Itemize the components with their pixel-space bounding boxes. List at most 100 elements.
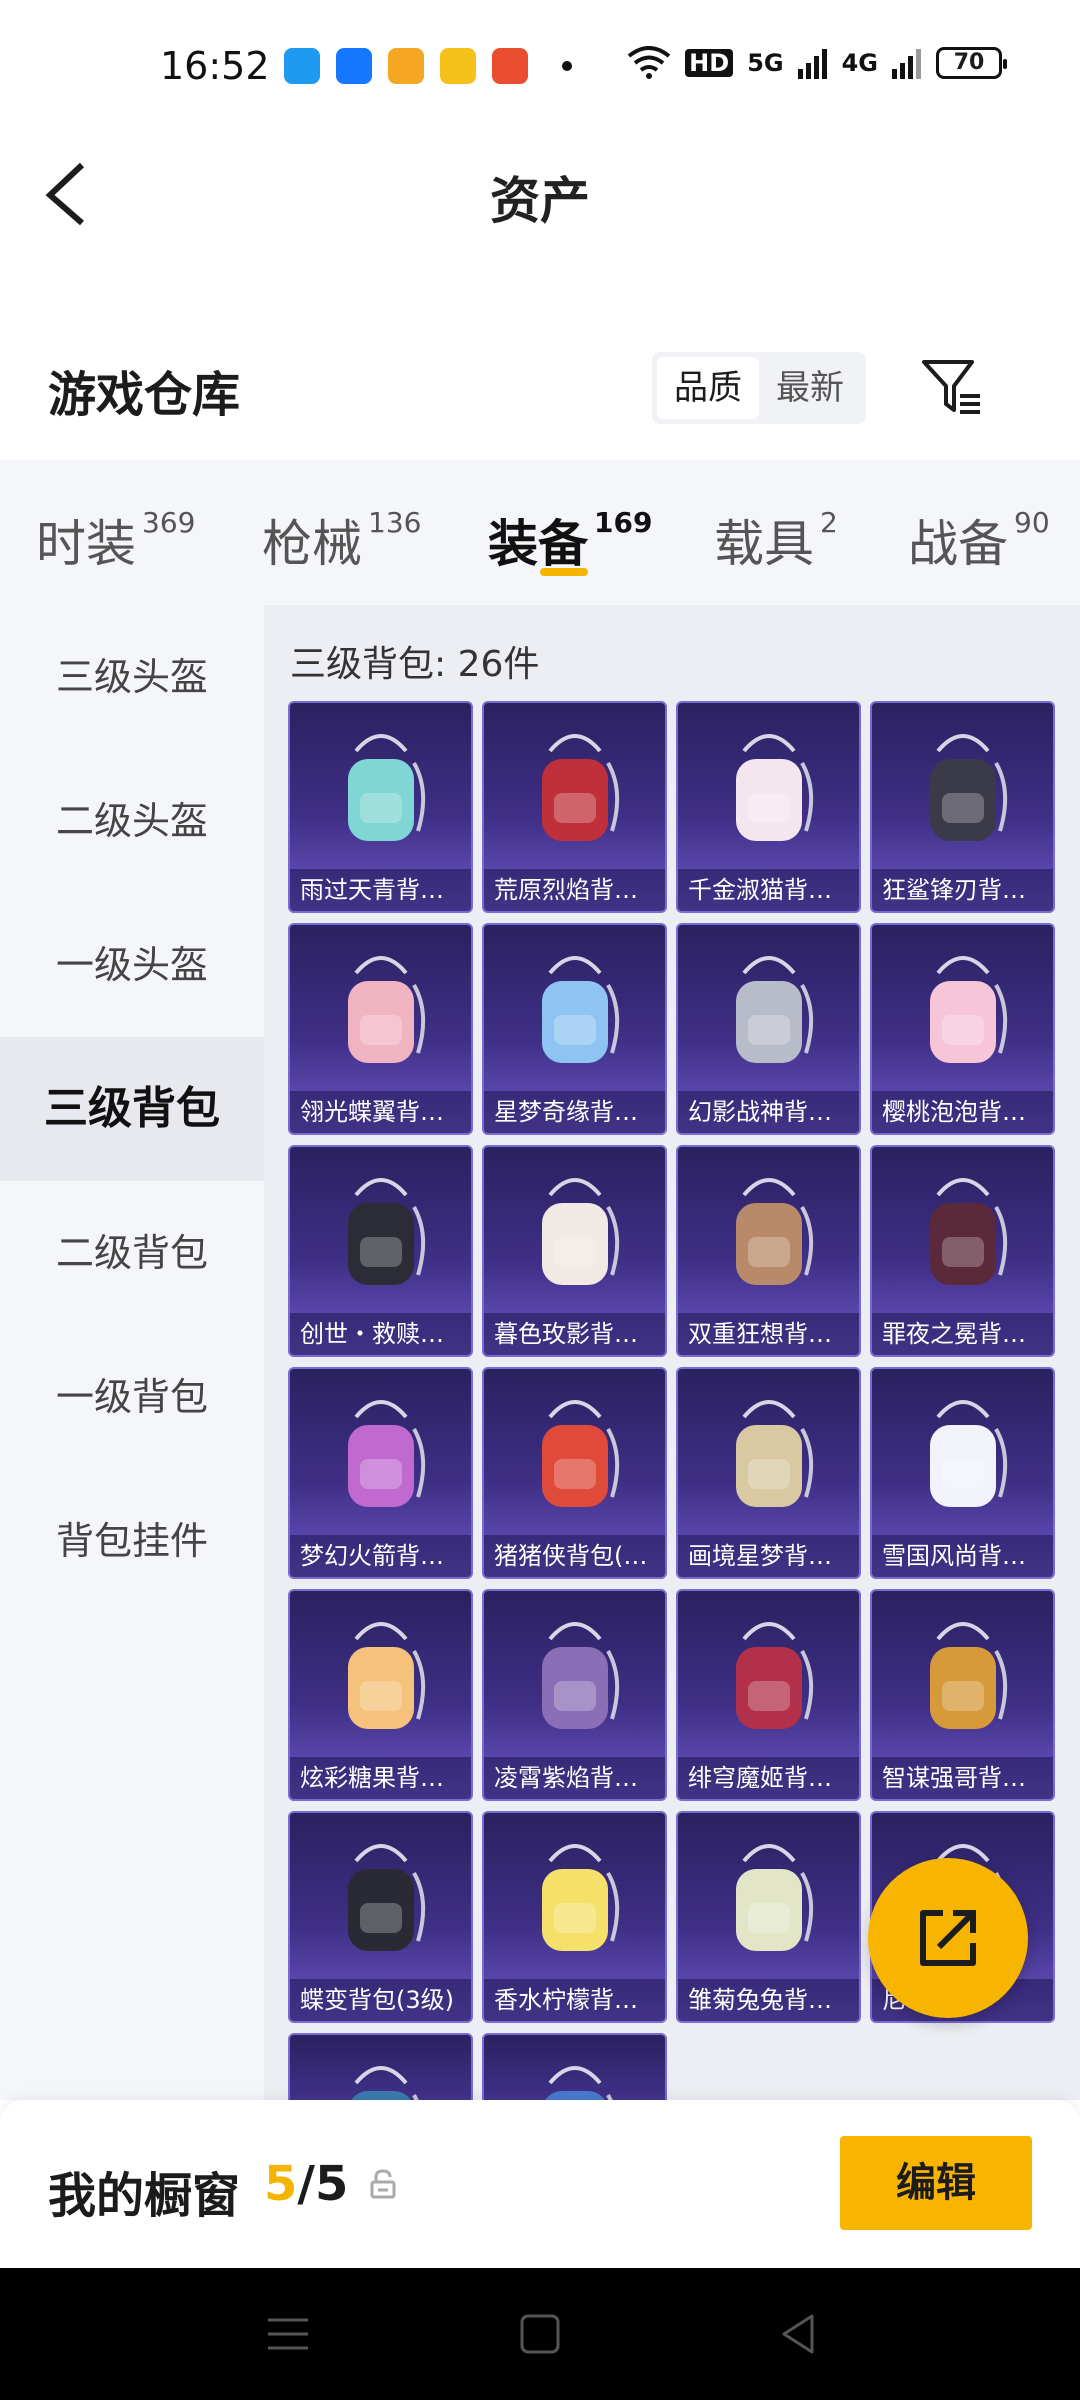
- backpack-icon: [541, 956, 619, 1063]
- game-app-icon: [492, 48, 528, 84]
- backpack-item-card[interactable]: 智谋强哥背包...: [870, 1589, 1055, 1801]
- app-icon: [440, 48, 476, 84]
- backpack-item-card[interactable]: 千金淑猫背包...: [676, 701, 861, 913]
- backpack-item-card[interactable]: 狂鲨锋刃背包...: [870, 701, 1055, 913]
- top-header: 资产: [0, 135, 1080, 245]
- item-name: 幻影战神背包...: [678, 1091, 859, 1133]
- item-name: 翎光蝶翼背包...: [290, 1091, 471, 1133]
- backpack-icon: [347, 1622, 425, 1729]
- showcase-bar: 我的橱窗 5/5 编辑: [0, 2100, 1080, 2268]
- item-count-label: 三级背包: 26件: [290, 644, 540, 685]
- qq-icon: [284, 48, 320, 84]
- backpack-item-card[interactable]: 幻影战神背包...: [676, 923, 861, 1135]
- 4g-label: 4G: [841, 49, 878, 77]
- tab-vehicles[interactable]: 载具 2: [714, 504, 838, 576]
- backpack-item-card[interactable]: 荒原烈焰背包...: [482, 701, 667, 913]
- backpack-icon: [929, 1400, 1007, 1507]
- backpack-item-card[interactable]: 绯穹魔姬背包...: [676, 1589, 861, 1801]
- sort-newest-button[interactable]: 最新: [759, 357, 861, 419]
- backpack-item-card[interactable]: 樱桃泡泡背包...: [870, 923, 1055, 1135]
- backpack-item-card[interactable]: 创世・救赎背...: [288, 1145, 473, 1357]
- backpack-item-card[interactable]: 罪夜之冕背包...: [870, 1145, 1055, 1357]
- backpack-item-card[interactable]: 炫彩糖果背包...: [288, 1589, 473, 1801]
- backpack-item-card[interactable]: [482, 2033, 667, 2100]
- item-name: 蝶变背包(3级): [290, 1979, 471, 2021]
- item-name: 香水柠檬背包...: [484, 1979, 665, 2021]
- backpack-icon: [541, 1400, 619, 1507]
- edit-button[interactable]: 编辑: [840, 2136, 1032, 2230]
- item-name: 雨过天青背包...: [290, 869, 471, 911]
- active-tab-indicator: [540, 568, 588, 576]
- backpack-item-card[interactable]: 星梦奇缘背包...: [482, 923, 667, 1135]
- backpack-icon: [929, 1622, 1007, 1729]
- item-name: 雏菊兔兔背包...: [678, 1979, 859, 2021]
- backpack-icon: [541, 1844, 619, 1951]
- filter-icon[interactable]: [920, 358, 984, 416]
- sort-toggle: 品质 最新: [652, 352, 866, 424]
- backpack-icon: [541, 1178, 619, 1285]
- menu-icon[interactable]: [262, 2308, 314, 2360]
- item-name: 凌霄紫焰背包...: [484, 1757, 665, 1799]
- item-name: 千金淑猫背包...: [678, 869, 859, 911]
- backpack-icon: [929, 1178, 1007, 1285]
- backpack-item-card[interactable]: 梦幻火箭背包...: [288, 1367, 473, 1579]
- backpack-icon: [544, 2066, 613, 2100]
- tab-label: 时装: [36, 515, 136, 573]
- sidebar-item-helmet-lv1[interactable]: 一级头盔: [0, 893, 264, 1037]
- sidebar-item-helmet-lv2[interactable]: 二级头盔: [0, 749, 264, 893]
- sidebar-item-helmet-lv3[interactable]: 三级头盔: [0, 605, 264, 749]
- sort-quality-button[interactable]: 品质: [657, 357, 759, 419]
- backpack-icon: [347, 1178, 425, 1285]
- item-name: 创世・救赎背...: [290, 1313, 471, 1355]
- backpack-item-card[interactable]: 画境星梦背包...: [676, 1367, 861, 1579]
- back-icon[interactable]: [772, 2308, 824, 2360]
- home-icon[interactable]: [514, 2308, 566, 2360]
- item-name: 狂鲨锋刃背包...: [872, 869, 1053, 911]
- warehouse-title: 游戏仓库: [48, 367, 241, 423]
- sidebar-item-backpack-charm[interactable]: 背包挂件: [0, 1469, 264, 1613]
- share-button[interactable]: [868, 1858, 1028, 2018]
- status-bar: 16:52 HD 5G 4G 70: [0, 0, 1080, 135]
- backpack-item-card[interactable]: 雏菊兔兔背包...: [676, 1811, 861, 2023]
- item-name: 画境星梦背包...: [678, 1535, 859, 1577]
- sidebar-item-backpack-lv3[interactable]: 三级背包: [0, 1037, 264, 1181]
- backpack-item-card[interactable]: 雨过天青背包...: [288, 701, 473, 913]
- backpack-item-card[interactable]: 暮色玫影背包...: [482, 1145, 667, 1357]
- sidebar-item-backpack-lv1[interactable]: 一级背包: [0, 1325, 264, 1469]
- backpack-icon: [735, 1844, 813, 1951]
- more-notifications-dot: [562, 61, 572, 71]
- backpack-icon: [347, 1400, 425, 1507]
- backpack-icon: [347, 1844, 425, 1951]
- backpack-icon: [735, 1400, 813, 1507]
- backpack-item-card[interactable]: 香水柠檬背包...: [482, 1811, 667, 2023]
- tab-equipment[interactable]: 装备 169: [488, 504, 652, 576]
- backpack-icon: [541, 734, 619, 841]
- tab-tactical[interactable]: 战备 90: [908, 504, 1050, 576]
- backpack-item-card[interactable]: 雪国风尚背包...: [870, 1367, 1055, 1579]
- backpack-item-card[interactable]: 凌霄紫焰背包...: [482, 1589, 667, 1801]
- item-name: 星梦奇缘背包...: [484, 1091, 665, 1133]
- item-name: 荒原烈焰背包...: [484, 869, 665, 911]
- category-tabs: 时装 369 枪械 136 装备 169 载具 2 战备 90: [0, 460, 1080, 605]
- showcase-label: 我的橱窗: [48, 2168, 241, 2224]
- backpack-icon: [541, 1622, 619, 1729]
- backpack-item-card[interactable]: 翎光蝶翼背包...: [288, 923, 473, 1135]
- backpack-item-card[interactable]: 蝶变背包(3级): [288, 1811, 473, 2023]
- backpack-item-card[interactable]: [288, 2033, 473, 2100]
- backpack-icon: [735, 1178, 813, 1285]
- sidebar-item-backpack-lv2[interactable]: 二级背包: [0, 1181, 264, 1325]
- item-name: 暮色玫影背包...: [484, 1313, 665, 1355]
- backpack-icon: [735, 1622, 813, 1729]
- backpack-item-card[interactable]: 猪猪侠背包(3...: [482, 1367, 667, 1579]
- page-title: 资产: [490, 172, 590, 230]
- showcase-separator: /: [297, 2156, 315, 2212]
- tab-fashion[interactable]: 时装 369: [36, 504, 195, 576]
- backpack-icon: [929, 956, 1007, 1063]
- tab-guns[interactable]: 枪械 136: [262, 504, 421, 576]
- app-icon: [388, 48, 424, 84]
- tab-label: 载具: [714, 515, 814, 573]
- backpack-item-card[interactable]: 双重狂想背包...: [676, 1145, 861, 1357]
- signal-icon: [797, 49, 827, 79]
- tab-label: 装备: [488, 515, 588, 573]
- item-name: 炫彩糖果背包...: [290, 1757, 471, 1799]
